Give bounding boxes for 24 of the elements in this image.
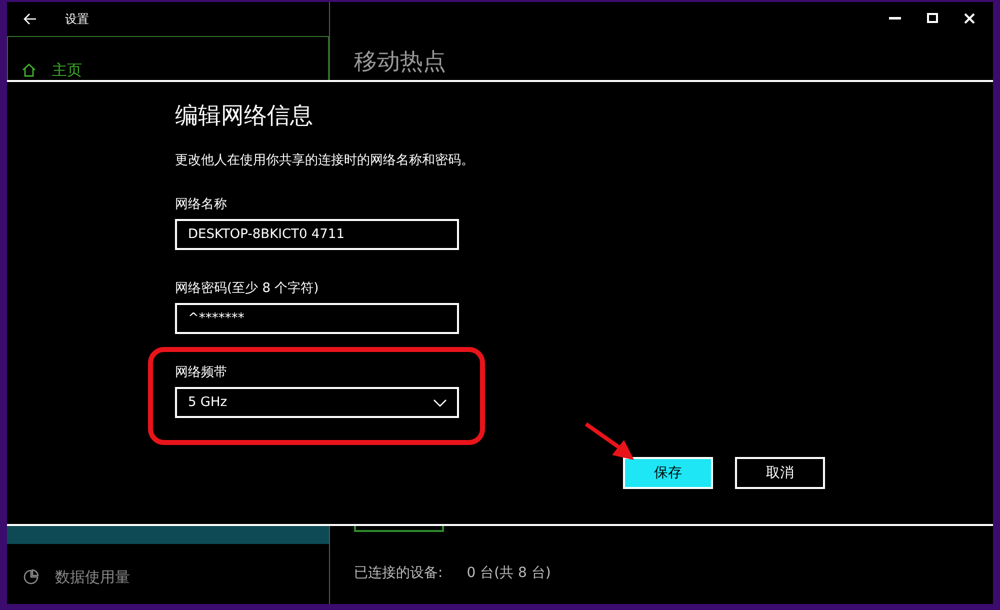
- back-button[interactable]: [23, 13, 37, 25]
- dialog-title: 编辑网络信息: [175, 102, 314, 131]
- window-title: 设置: [65, 10, 89, 28]
- field-label: 网络名称: [175, 196, 228, 213]
- arrow-annotation: [584, 422, 634, 460]
- save-button[interactable]: 保存: [623, 457, 713, 489]
- chevron-down-icon: [433, 398, 447, 406]
- cancel-button[interactable]: 取消: [735, 457, 825, 489]
- dialog-description: 更改他人在使用你共享的连接时的网络名称和密码。: [175, 152, 475, 170]
- maximize-button[interactable]: [927, 13, 938, 23]
- connected-label: 已连接的设备:: [354, 564, 443, 582]
- input-field[interactable]: ^*******: [175, 303, 459, 334]
- band-dropdown[interactable]: 5 GHz: [175, 387, 459, 418]
- sidebar-item[interactable]: 数据使用量: [7, 552, 329, 602]
- sidebar-item[interactable]: 主页: [7, 36, 329, 80]
- field-label: 网络频带: [175, 364, 228, 381]
- connected-value: 0 台(共 8 台): [466, 564, 551, 582]
- field-label: 网络密码(至少 8 个字符): [175, 280, 320, 297]
- page-title: 移动热点: [353, 48, 447, 77]
- close-button[interactable]: [964, 12, 975, 24]
- input-field[interactable]: DESKTOP-8BKICT0 4711: [175, 219, 459, 250]
- pie-chart-icon: [23, 569, 39, 585]
- home-icon: [22, 63, 36, 77]
- minimize-button[interactable]: [889, 16, 901, 20]
